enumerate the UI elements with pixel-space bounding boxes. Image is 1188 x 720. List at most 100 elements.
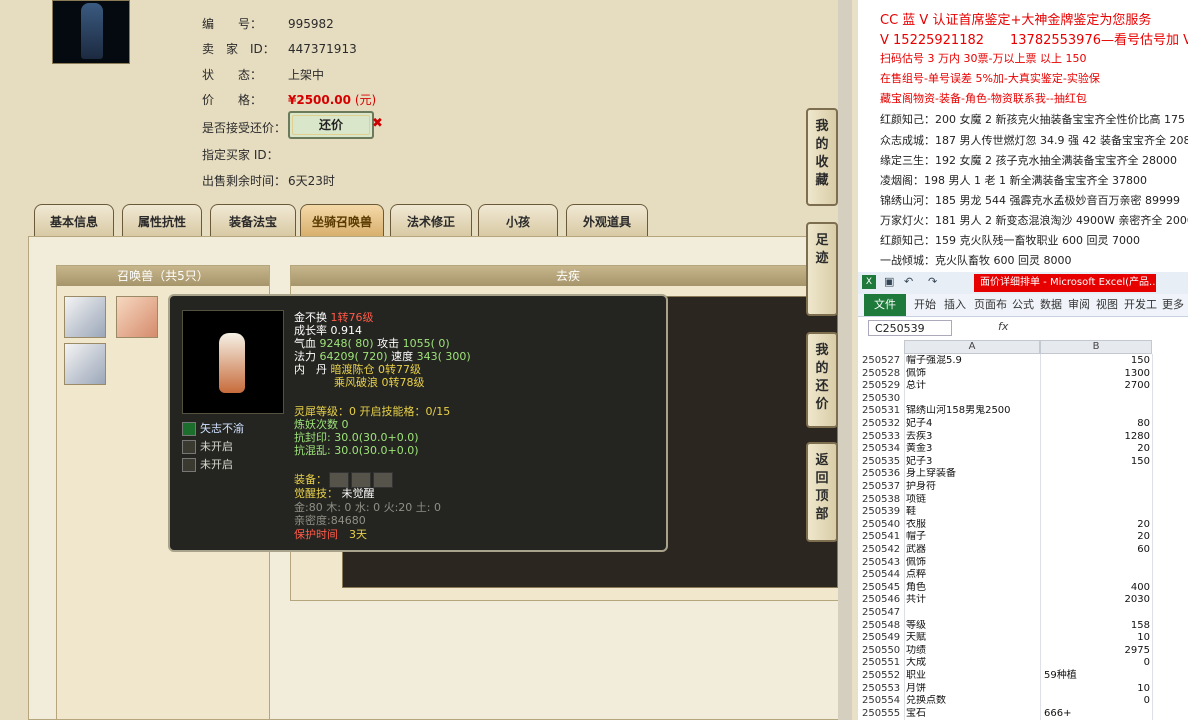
table-row[interactable]: 250537 护身符	[858, 481, 1188, 494]
cell-b[interactable]: 80	[1042, 418, 1150, 431]
cell-a[interactable]: 共计	[906, 594, 1040, 607]
ribbon-tab-home[interactable]: 开始	[914, 294, 936, 316]
cell-a[interactable]: 角色	[906, 582, 1040, 595]
ribbon-tab-view[interactable]: 视图	[1096, 294, 1118, 316]
table-row[interactable]: 250535 妃子3 150	[858, 456, 1188, 469]
cell-b[interactable]: 0	[1042, 695, 1150, 708]
counter-offer-button[interactable]: 还价	[288, 111, 374, 139]
table-row[interactable]: 250528 佩饰 1300	[858, 368, 1188, 381]
summon-slot-3[interactable]	[64, 343, 106, 385]
cell-a[interactable]: 锦绣山河158男鬼2500	[906, 405, 1040, 418]
cell-b[interactable]: 2700	[1042, 380, 1150, 393]
back-to-top-button[interactable]: 返回顶部	[806, 442, 838, 542]
cell-a[interactable]: 妃子3	[906, 456, 1040, 469]
redo-icon[interactable]: ↷	[928, 275, 937, 288]
table-row[interactable]: 250536 身上穿装备	[858, 468, 1188, 481]
cell-a[interactable]: 兑换点数	[906, 695, 1040, 708]
cell-b[interactable]: 10	[1042, 632, 1150, 645]
tab-mounts-summons[interactable]: 坐骑召唤兽	[300, 204, 384, 236]
cell-b[interactable]: 59种植	[1044, 670, 1152, 683]
cell-b[interactable]: 1280	[1042, 431, 1150, 444]
table-row[interactable]: 250529 总计 2700	[858, 380, 1188, 393]
cancel-x-icon[interactable]: ✖	[372, 116, 383, 131]
table-row[interactable]: 250532 妃子4 80	[858, 418, 1188, 431]
cell-a[interactable]: 项链	[906, 494, 1040, 507]
tab-spell-mods[interactable]: 法术修正	[390, 204, 472, 236]
ribbon-tab-file[interactable]: 文件	[864, 294, 906, 316]
table-row[interactable]: 250547	[858, 607, 1188, 620]
cell-a[interactable]: 武器	[906, 544, 1040, 557]
formula-fx-icon[interactable]: fx	[998, 320, 1008, 333]
ribbon-tab-review[interactable]: 审阅	[1068, 294, 1090, 316]
my-favorites-button[interactable]: 我的收藏	[806, 108, 838, 206]
table-row[interactable]: 250552 职业 59种植	[858, 670, 1188, 683]
cell-b[interactable]: 20	[1042, 519, 1150, 532]
cell-a[interactable]: 职业	[906, 670, 1040, 683]
ribbon-tab-insert[interactable]: 插入	[944, 294, 966, 316]
table-row[interactable]: 250541 帽子 20	[858, 531, 1188, 544]
cell-a[interactable]: 护身符	[906, 481, 1040, 494]
table-row[interactable]: 250549 天赋 10	[858, 632, 1188, 645]
ribbon-tab-page-layout[interactable]: 页面布	[974, 294, 1007, 316]
summon-slot-2[interactable]	[116, 296, 158, 338]
cell-a[interactable]: 帽子	[906, 531, 1040, 544]
footprints-button[interactable]: 足迹	[806, 222, 838, 316]
cell-b[interactable]: 10	[1042, 683, 1150, 696]
table-row[interactable]: 250530	[858, 393, 1188, 406]
cell-a[interactable]: 佩饰	[906, 368, 1040, 381]
table-row[interactable]: 250542 武器 60	[858, 544, 1188, 557]
cell-b[interactable]: 666+	[1044, 708, 1152, 720]
my-counter-offers-button[interactable]: 我的还价	[806, 332, 838, 428]
table-row[interactable]: 250554 兑换点数 0	[858, 695, 1188, 708]
column-header-a[interactable]: A	[904, 340, 1040, 354]
table-row[interactable]: 250531 锦绣山河158男鬼2500	[858, 405, 1188, 418]
cell-a[interactable]: 衣服	[906, 519, 1040, 532]
table-row[interactable]: 250534 黄金3 20	[858, 443, 1188, 456]
cell-a[interactable]: 帽子强混5.9	[906, 355, 1040, 368]
cell-a[interactable]: 黄金3	[906, 443, 1040, 456]
tab-appearance[interactable]: 外观道具	[566, 204, 648, 236]
cell-a[interactable]: 宝石	[906, 708, 1040, 720]
table-row[interactable]: 250538 项链	[858, 494, 1188, 507]
table-row[interactable]: 250527 帽子强混5.9 150	[858, 355, 1188, 368]
undo-icon[interactable]: ↶	[904, 275, 913, 288]
cell-b[interactable]: 2975	[1042, 645, 1150, 658]
cell-b[interactable]: 20	[1042, 531, 1150, 544]
ribbon-tab-data[interactable]: 数据	[1040, 294, 1062, 316]
cell-a[interactable]: 大成	[906, 657, 1040, 670]
table-row[interactable]: 250544 点粹	[858, 569, 1188, 582]
ribbon-tab-developer[interactable]: 开发工	[1124, 294, 1157, 316]
summon-slot-1[interactable]	[64, 296, 106, 338]
name-box[interactable]: C250539	[868, 320, 952, 336]
table-row[interactable]: 250540 衣服 20	[858, 519, 1188, 532]
page-scrollbar[interactable]	[838, 0, 852, 720]
table-row[interactable]: 250553 月饼 10	[858, 683, 1188, 696]
cell-a[interactable]: 功绩	[906, 645, 1040, 658]
table-row[interactable]: 250533 去疾3 1280	[858, 431, 1188, 444]
ribbon-tab-formulas[interactable]: 公式	[1012, 294, 1034, 316]
cell-b[interactable]: 150	[1042, 456, 1150, 469]
tab-basic-info[interactable]: 基本信息	[34, 204, 114, 236]
cell-a[interactable]: 身上穿装备	[906, 468, 1040, 481]
tab-equipment[interactable]: 装备法宝	[210, 204, 296, 236]
table-row[interactable]: 250546 共计 2030	[858, 594, 1188, 607]
cell-a[interactable]: 妃子4	[906, 418, 1040, 431]
cell-a[interactable]: 等级	[906, 620, 1040, 633]
table-row[interactable]: 250543 佩饰	[858, 557, 1188, 570]
cell-a[interactable]: 点粹	[906, 569, 1040, 582]
cell-a[interactable]: 去疾3	[906, 431, 1040, 444]
cell-a[interactable]: 月饼	[906, 683, 1040, 696]
cell-b[interactable]: 20	[1042, 443, 1150, 456]
cell-a[interactable]: 鞋	[906, 506, 1040, 519]
cell-a[interactable]: 佩饰	[906, 557, 1040, 570]
tab-children[interactable]: 小孩	[478, 204, 558, 236]
table-row[interactable]: 250555 宝石 666+	[858, 708, 1188, 720]
cell-b[interactable]: 0	[1042, 657, 1150, 670]
ribbon-tab-more[interactable]: 更多	[1162, 294, 1184, 316]
column-header-b[interactable]: B	[1040, 340, 1152, 354]
cell-b[interactable]: 2030	[1042, 594, 1150, 607]
cell-b[interactable]: 1300	[1042, 368, 1150, 381]
table-row[interactable]: 250545 角色 400	[858, 582, 1188, 595]
tab-attributes[interactable]: 属性抗性	[122, 204, 202, 236]
cell-a[interactable]: 总计	[906, 380, 1040, 393]
